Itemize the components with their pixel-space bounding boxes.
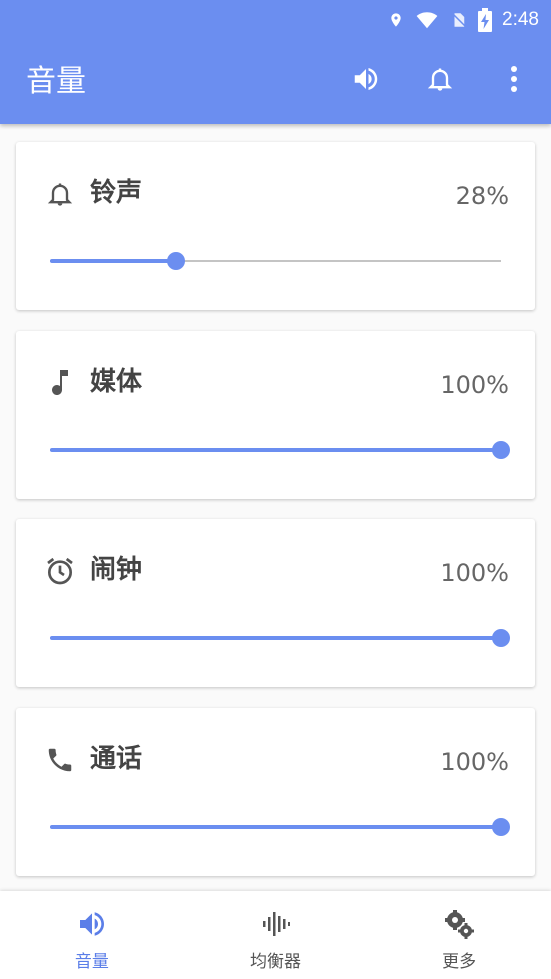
more-vert-icon [510,65,518,97]
card-title: 媒体 [90,367,143,397]
phone-icon [44,744,76,776]
nav-label: 音量 [74,952,109,972]
nav-label: 更多 [442,952,477,972]
appbar-actions [329,56,551,106]
status-bar: 2:48 [388,6,539,34]
volume-action-button[interactable] [329,56,403,106]
status-time: 2:48 [502,9,539,30]
volume-card-call: 通话 100% [16,708,535,876]
top-app-bar: 2:48 音量 [0,0,551,124]
bell-icon [44,178,76,210]
volume-slider[interactable] [50,627,510,649]
settings-gears-icon [442,907,476,941]
no-sim-icon [450,9,468,31]
page-title: 音量 [26,64,86,99]
ringer-action-button[interactable] [403,56,477,106]
volume-up-icon [351,64,381,98]
wifi-icon [414,9,440,31]
alarm-icon [44,555,76,587]
card-title: 铃声 [90,178,143,208]
music-note-icon [44,367,76,399]
volume-percent: 28% [455,182,509,210]
slider-thumb[interactable] [492,441,510,459]
slider-thumb[interactable] [167,252,186,270]
slider-fill [50,825,501,829]
bell-icon [426,64,454,98]
volume-up-icon [76,907,108,941]
volume-slider[interactable] [50,250,501,272]
volume-card-media: 媒体 100% [16,331,535,499]
card-title: 通话 [90,744,143,774]
card-title: 闹钟 [90,555,143,585]
overflow-menu-button[interactable] [477,56,551,106]
nav-item-volume[interactable]: 音量 [0,891,184,979]
volume-percent: 100% [440,748,509,776]
volume-slider[interactable] [50,816,510,838]
nav-item-more[interactable]: 更多 [367,891,551,979]
volume-percent: 100% [440,559,509,587]
volume-card-ringer: 铃声 28% [16,142,535,310]
equalizer-icon [260,907,292,941]
volume-percent: 100% [440,371,509,399]
location-icon [388,9,404,31]
slider-thumb[interactable] [492,629,510,647]
slider-fill [50,259,177,263]
slider-fill [50,636,501,640]
volume-card-alarm: 闹钟 100% [16,519,535,687]
battery-charging-icon [478,8,493,32]
nav-item-equalizer[interactable]: 均衡器 [184,891,368,979]
nav-label: 均衡器 [250,952,301,972]
volume-slider[interactable] [50,439,510,461]
bottom-navigation: 音量 均衡器 更多 [0,891,551,979]
slider-fill [50,448,501,452]
slider-thumb[interactable] [492,818,510,836]
